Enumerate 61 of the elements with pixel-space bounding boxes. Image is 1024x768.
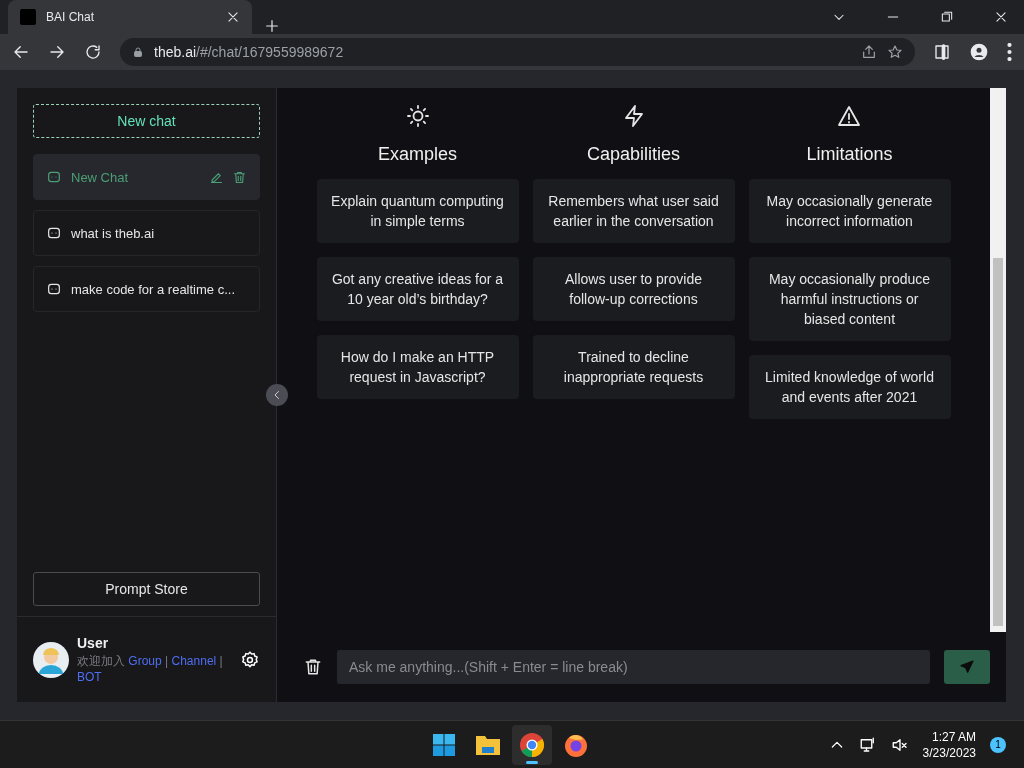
send-icon: [959, 659, 975, 675]
new-tab-icon: [264, 18, 280, 34]
clear-icon: [303, 657, 323, 677]
chat-icon: [46, 225, 62, 241]
forward-icon: [48, 43, 66, 61]
send-button[interactable]: [944, 650, 990, 684]
browser-tab[interactable]: BAI Chat: [8, 0, 252, 34]
welcome-text: |: [165, 653, 169, 668]
chat-item[interactable]: make code for a realtime c...: [33, 266, 260, 312]
chat-icon: [46, 169, 62, 185]
restore-icon: [940, 10, 954, 24]
prompt-card[interactable]: May occasionally produce harmful instructions or biased content: [748, 257, 951, 341]
prompt-card[interactable]: Explain quantum computing in simple terms: [316, 179, 519, 243]
warning-icon: [837, 104, 862, 128]
star-icon: [887, 44, 903, 60]
more-icon: [1007, 43, 1012, 61]
scrollbar[interactable]: [990, 88, 1006, 632]
sun-icon: [405, 104, 430, 128]
prompt-card[interactable]: Got any creative ideas for a 10 year old’s birthday?: [316, 257, 519, 321]
taskbar-app[interactable]: [512, 724, 552, 765]
avatar: [33, 641, 69, 678]
chat-item[interactable]: what is theb.ai: [33, 210, 260, 256]
prompt-card[interactable]: Limited knowledge of world and events after 2021: [748, 355, 951, 419]
column-title: Capabilities: [586, 144, 681, 165]
windows-start-icon: [432, 732, 456, 757]
settings-icon: [240, 649, 260, 670]
welcome-text: 欢迎加入: [77, 653, 125, 668]
side-panel-icon: [933, 43, 951, 61]
column-title: Limitations: [806, 144, 893, 165]
address-bar[interactable]: theb.ai/#/chat/1679559989672: [120, 38, 915, 66]
column-title: Examples: [378, 144, 457, 165]
delete-icon: [232, 169, 247, 185]
network-icon: [858, 735, 877, 754]
prompt-card[interactable]: How do I make an HTTP request in Javascript?: [316, 335, 519, 399]
site-icon: [20, 9, 36, 25]
chat-item[interactable]: New Chat: [33, 154, 260, 200]
share-icon: [861, 44, 877, 60]
user-name: User: [77, 634, 110, 651]
prompt-store-button[interactable]: Prompt Store: [33, 572, 260, 606]
prompt-card[interactable]: Remembers what user said earlier in the conversation: [532, 179, 735, 243]
reload-icon: [84, 43, 102, 61]
welcome-text: |: [219, 653, 223, 668]
prompt-card[interactable]: Trained to decline inappropriate requests: [532, 335, 735, 399]
link[interactable]: BOT: [77, 669, 102, 684]
chrome-icon: [519, 731, 545, 758]
link[interactable]: Group: [128, 653, 162, 668]
lock-icon: [132, 46, 144, 58]
chat-icon: [46, 281, 62, 297]
clock-time: 1:27 AM: [930, 728, 976, 745]
clock-date: 3/23/2023: [922, 744, 976, 761]
prompt-card[interactable]: Allows user to provide follow-up corrections: [532, 257, 735, 321]
message-input[interactable]: Ask me anything...(Shift + Enter = line break): [337, 650, 930, 684]
close-icon: [226, 10, 240, 24]
notification-badge[interactable]: 1: [990, 736, 1006, 753]
close-icon: [994, 10, 1008, 24]
new-chat-button[interactable]: New chat: [33, 104, 260, 138]
link[interactable]: Channel: [171, 653, 217, 668]
prompt-card[interactable]: May occasionally generate incorrect information: [748, 179, 951, 243]
url-text: theb.ai/#/chat/1679559989672: [154, 44, 344, 60]
profile-icon: [969, 42, 989, 62]
back-icon: [12, 43, 30, 61]
